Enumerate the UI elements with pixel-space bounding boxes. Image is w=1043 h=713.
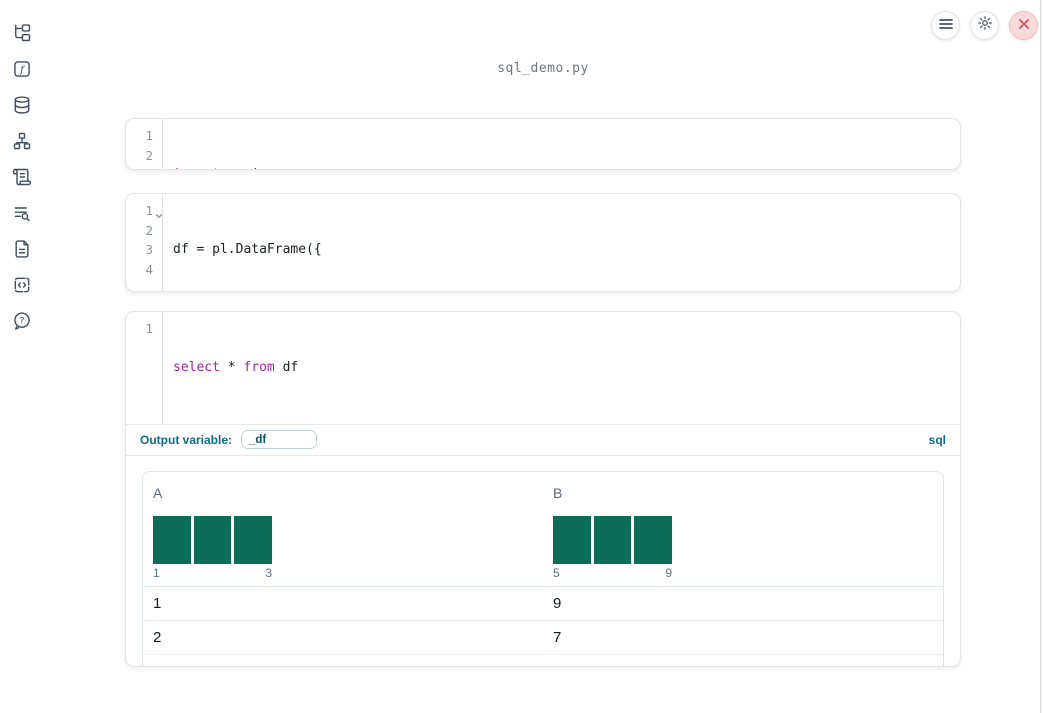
code-content: df = pl.DataFrame({ "A": [1, 2, 3], "B":… (163, 194, 960, 291)
table-row[interactable]: 1 9 (143, 587, 943, 620)
code-content: import marimo as mo import polars as pl (163, 119, 960, 169)
table-row[interactable]: 2 7 (143, 619, 943, 654)
code-cell-imports: 1 2 import marimo as mo import polars as… (125, 118, 961, 170)
histogram-axis-labels: 5 9 (553, 566, 672, 580)
line-number: 1 (145, 128, 153, 143)
documentation-icon[interactable] (12, 239, 32, 259)
code-content: select * from df (163, 312, 960, 424)
line-number: 2 (145, 147, 153, 163)
line-number: 3 (145, 242, 153, 257)
code-cell-dataframe: 1 2 3 4 df = pl.DataFrame({ "A": [1, 2, … (125, 193, 961, 292)
histogram-bar (593, 515, 632, 564)
cell-value: 7 (553, 628, 562, 646)
svg-text:?: ? (20, 316, 25, 327)
menu-icon (938, 17, 953, 35)
histogram-max-label: 3 (265, 565, 272, 580)
svg-text:f: f (19, 65, 26, 76)
column-histogram: 5 9 (553, 515, 673, 580)
line-number: 4 (145, 261, 153, 277)
settings-button[interactable] (970, 11, 999, 40)
window-right-border (1040, 0, 1041, 713)
histogram-bars (153, 515, 273, 564)
cell-value: 5 (543, 655, 943, 667)
code-line: df = pl.DataFrame({ (173, 242, 322, 257)
table-header-row: A 1 3 B 5 9 (143, 472, 943, 587)
code-line: import marimo as mo (173, 165, 960, 169)
histogram-bar (193, 515, 232, 564)
language-badge: sql (928, 432, 946, 447)
cell-value: 1 (153, 594, 162, 612)
column-header-b: B 5 9 (543, 472, 943, 586)
column-histogram: 1 3 (153, 515, 273, 580)
left-sidebar: f ? (0, 0, 44, 713)
code-line: select * from df (173, 360, 299, 375)
column-label: B (553, 484, 563, 501)
cell-output: A 1 3 B 5 9 1 9 2 7 (126, 456, 960, 667)
code-editor[interactable]: 1 2 import marimo as mo import polars as… (126, 119, 960, 169)
fold-chevron-icon[interactable] (155, 206, 163, 219)
dependency-graph-icon[interactable] (12, 131, 32, 151)
notebook-filename: sql_demo.py (497, 61, 589, 76)
help-icon[interactable]: ? (12, 311, 32, 331)
file-explorer-icon[interactable] (12, 23, 32, 43)
histogram-bar (234, 515, 273, 564)
functions-icon[interactable]: f (12, 59, 32, 79)
output-variable-bar: Output variable: _df sql (126, 425, 960, 456)
code-editor[interactable]: 1 2 3 4 df = pl.DataFrame({ "A": [1, 2, … (126, 194, 960, 291)
dataframe-table: A 1 3 B 5 9 1 9 2 7 (142, 470, 944, 667)
histogram-min-label: 5 (553, 565, 560, 580)
histogram-axis-labels: 1 3 (153, 566, 272, 580)
cell-value: 9 (553, 594, 562, 612)
output-variable-label: Output variable: (140, 432, 233, 447)
column-header-a: A 1 3 (143, 472, 543, 586)
output-variable-input[interactable]: _df (241, 430, 318, 449)
gear-icon (977, 15, 993, 36)
line-number-gutter: 1 2 (126, 119, 163, 169)
line-number-gutter: 1 2 3 4 (126, 194, 163, 291)
sql-cell: 1 select * from df Output variable: _df … (125, 311, 961, 667)
histogram-max-label: 9 (665, 565, 672, 580)
cell-value: 3 (143, 655, 543, 667)
histogram-bar (634, 515, 673, 564)
line-number-gutter: 1 (126, 312, 163, 424)
table-of-contents-search-icon[interactable] (12, 203, 32, 223)
line-number: 1 (145, 321, 153, 336)
close-icon (1018, 17, 1030, 35)
datasources-icon[interactable] (12, 95, 32, 115)
line-number: 1 (126, 201, 163, 221)
close-button[interactable] (1009, 11, 1038, 40)
table-row[interactable]: 3 5 (143, 653, 943, 667)
menu-button[interactable] (931, 11, 960, 40)
histogram-bar (553, 515, 591, 564)
sql-code-editor[interactable]: 1 select * from df (126, 312, 960, 425)
histogram-bar (153, 515, 191, 564)
snippets-code-icon[interactable] (12, 275, 32, 295)
histogram-bars (553, 515, 673, 564)
histogram-min-label: 1 (153, 565, 160, 580)
logs-icon[interactable] (12, 167, 32, 187)
column-label: A (153, 484, 163, 501)
line-number: 2 (145, 222, 153, 238)
cell-value: 2 (153, 628, 162, 646)
